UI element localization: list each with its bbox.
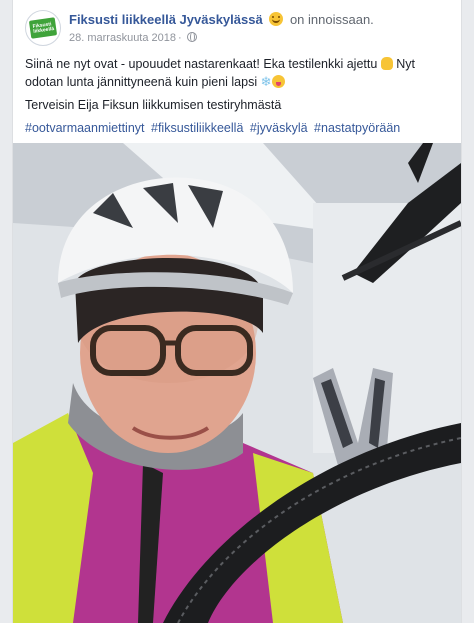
paragraph-1-part-a: Siinä ne nyt ovat - upouudet nastarenkaa… — [25, 57, 378, 71]
hashtag-link[interactable]: #fiksustiliikkeellä — [151, 121, 243, 135]
tongue-face-icon — [271, 75, 285, 88]
facebook-post: Fiksusti liikkeellä Fiksusti liikkeellä … — [12, 0, 462, 623]
post-paragraph-1: Siinä ne nyt ovat - upouudet nastarenkaa… — [25, 55, 453, 91]
page-name-link[interactable]: Fiksusti liikkeellä Jyväskylässä — [69, 12, 263, 27]
post-header: Fiksusti liikkeellä Fiksusti liikkeellä … — [25, 10, 451, 50]
post-body: Siinä ne nyt ovat - upouudet nastarenkaa… — [25, 55, 453, 142]
meta-separator: · — [178, 32, 182, 44]
post-paragraph-2: Terveisin Eija Fiksun liikkumisen testir… — [25, 98, 282, 112]
snowflake-icon: ❄ — [260, 74, 272, 89]
smiling-face-icon — [269, 12, 284, 26]
feeling-text: on innoissaan. — [289, 12, 374, 27]
hashtag-link[interactable]: #jyväskylä — [250, 121, 308, 135]
page-avatar[interactable]: Fiksusti liikkeellä — [25, 10, 61, 46]
selfie-illustration — [13, 143, 461, 623]
hashtag-link[interactable]: #ootvarmaanmiettinyt — [25, 121, 145, 135]
hashtag-link[interactable]: #nastatpyörään — [314, 121, 400, 135]
post-meta: 28. marraskuuta 2018 · — [69, 32, 197, 44]
post-photo[interactable] — [13, 143, 461, 623]
author-line: Fiksusti liikkeellä Jyväskylässä on inno… — [69, 12, 374, 27]
ok-hand-icon — [380, 57, 393, 70]
hashtag-list: #ootvarmaanmiettinyt #fiksustiliikkeellä… — [25, 119, 453, 137]
globe-icon[interactable] — [186, 32, 197, 42]
post-date-link[interactable]: 28. marraskuuta 2018 — [69, 32, 176, 44]
